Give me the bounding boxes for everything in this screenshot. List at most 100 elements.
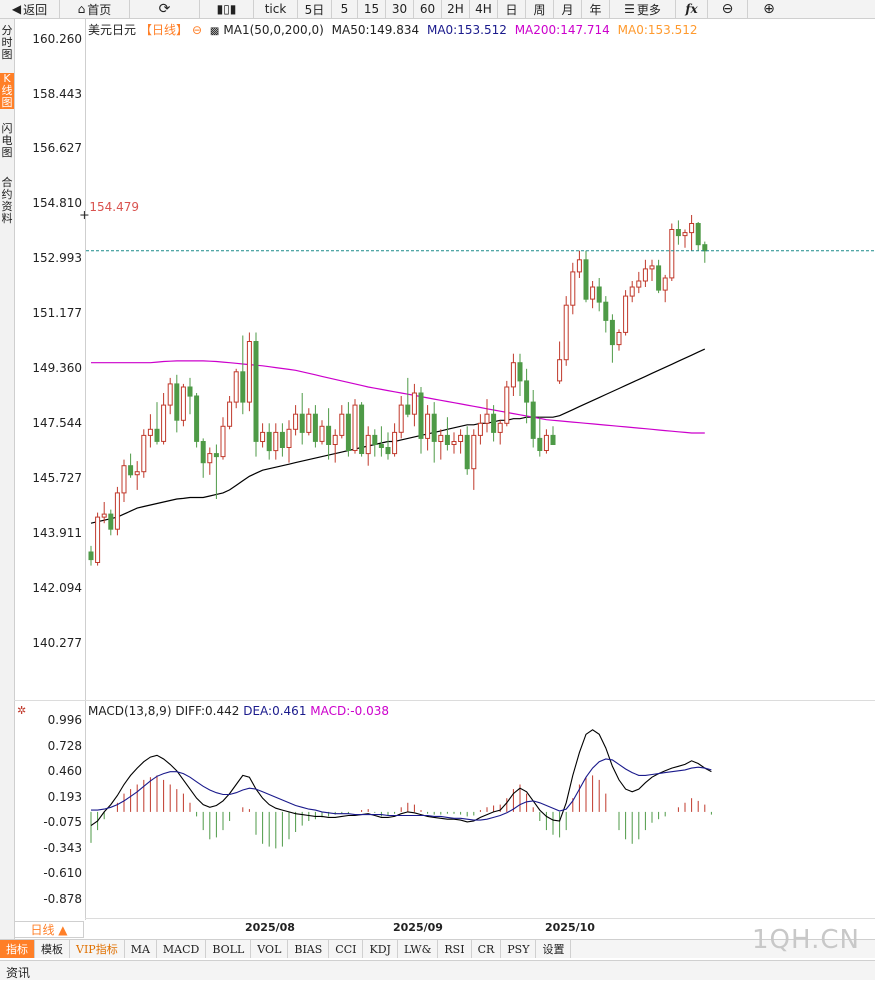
tab-psy[interactable]: PSY (501, 940, 537, 958)
candle-up (332, 434, 338, 445)
tab-macd[interactable]: MACD (157, 940, 207, 958)
tab-lw[interactable]: LW& (398, 940, 439, 958)
candle-up (114, 492, 120, 530)
candle-down (583, 259, 589, 300)
candle-up (543, 434, 549, 451)
macd-tick: -0.878 (43, 892, 82, 906)
candle-up (662, 277, 668, 291)
ma-line-ma50 (90, 348, 706, 524)
candle-down (345, 413, 351, 452)
candle-up (141, 434, 147, 473)
candle-up (669, 229, 675, 279)
candle-up (471, 434, 477, 470)
candle-up (576, 259, 582, 273)
macd-tick: 0.193 (47, 790, 82, 804)
candle-down (174, 383, 180, 421)
tab-bias[interactable]: BIAS (288, 940, 330, 958)
tab-cr[interactable]: CR (472, 940, 502, 958)
indicator-bar: 指标 模板 VIP指标 MA MACD BOLL VOL BIAS CCI KD… (0, 939, 875, 958)
tab-vol[interactable]: VOL (251, 940, 289, 958)
candle-up (101, 513, 107, 518)
macd-dea: DEA:0.461 (243, 704, 307, 718)
candle-up (458, 434, 464, 442)
candle-up (319, 425, 325, 442)
candle-down (154, 428, 160, 442)
date-label-aug: 2025/08 (245, 921, 295, 934)
macd-tick: 0.460 (47, 764, 82, 778)
period-label: 【日线】 (140, 23, 189, 37)
main-legend: 美元日元 【日线】 ⊖ ▩ MA1(50,0,200,0) MA50:149.834 … (88, 21, 702, 38)
candle-down (656, 265, 662, 291)
macd-name: MACD(13,8,9) (88, 704, 172, 718)
candle-up (339, 413, 345, 436)
candle-down (444, 434, 450, 445)
candle-up (616, 332, 622, 346)
candle-down (359, 404, 365, 455)
macd-tick: -0.075 (43, 815, 82, 829)
candle-up (207, 453, 213, 464)
candle-up (497, 422, 503, 433)
candle-up (167, 383, 173, 406)
macd-legend: ✲ MACD(13,8,9) DIFF:0.442 DEA:0.461 MACD… (17, 704, 389, 718)
candle-up (121, 465, 127, 494)
candle-down (253, 341, 259, 442)
candle-up (557, 359, 563, 382)
high-marker-label: 154.479 (89, 200, 139, 214)
tab-vip-indicators[interactable]: VIP指标 (70, 940, 125, 958)
candle-up (161, 404, 167, 442)
macd-tick: -0.610 (43, 866, 82, 880)
price-tick: 154.810 (32, 196, 82, 210)
candle-down (530, 401, 536, 439)
candle-up (286, 428, 292, 448)
candle-up (398, 404, 404, 433)
candle-up (682, 232, 688, 237)
candle-down (378, 444, 384, 448)
candle-up (623, 295, 629, 333)
macd-tick: -0.343 (43, 841, 82, 855)
tab-ma[interactable]: MA (125, 940, 157, 958)
tab-boll[interactable]: BOLL (206, 940, 252, 958)
tab-rsi[interactable]: RSI (438, 940, 472, 958)
macd-tick: 0.996 (47, 713, 82, 727)
tab-templates[interactable]: 模板 (35, 940, 70, 958)
candle-down (279, 431, 285, 448)
candle-down (418, 392, 424, 439)
candle-down (603, 301, 609, 321)
candle-down (213, 453, 219, 458)
price-tick: 140.277 (32, 636, 82, 650)
chart-area[interactable]: 154.479 (0, 0, 875, 920)
candle-up (306, 413, 312, 433)
candle-up (649, 265, 655, 270)
price-tick: 149.360 (32, 361, 82, 375)
candle-down (596, 286, 602, 303)
price-tick: 158.443 (32, 87, 82, 101)
date-label-sep: 2025/09 (393, 921, 443, 934)
settings-icon[interactable]: ⊖ (192, 23, 202, 37)
candle-up (504, 386, 510, 424)
candle-down (128, 465, 134, 476)
tab-kdj[interactable]: KDJ (363, 940, 398, 958)
ma-settings-icon[interactable]: ▩ (210, 26, 219, 37)
date-label-oct: 2025/10 (545, 921, 595, 934)
tab-settings[interactable]: 设置 (536, 940, 572, 958)
price-tick: 147.544 (32, 416, 82, 430)
macd-histogram (90, 775, 712, 849)
candle-up (365, 434, 371, 455)
symbol-name: 美元日元 (88, 23, 137, 37)
tab-cci[interactable]: CCI (329, 940, 364, 958)
candle-up (95, 516, 101, 563)
candle-down (464, 434, 470, 470)
candle-down (385, 447, 391, 455)
price-tick: 152.993 (32, 251, 82, 265)
period-selector[interactable]: 日线 ▲ (14, 921, 84, 938)
info-bar: 资讯 (0, 960, 875, 980)
candle-up (227, 401, 233, 427)
ma200-value: MA200:147.714 (514, 23, 610, 37)
candle-down (537, 437, 543, 451)
candle-up (392, 431, 398, 455)
macd-diff: DIFF:0.442 (175, 704, 240, 718)
tab-indicators[interactable]: 指标 (0, 940, 35, 958)
ma-lines (90, 348, 706, 524)
info-tab[interactable]: 资讯 (6, 964, 30, 981)
candle-up (411, 392, 417, 415)
